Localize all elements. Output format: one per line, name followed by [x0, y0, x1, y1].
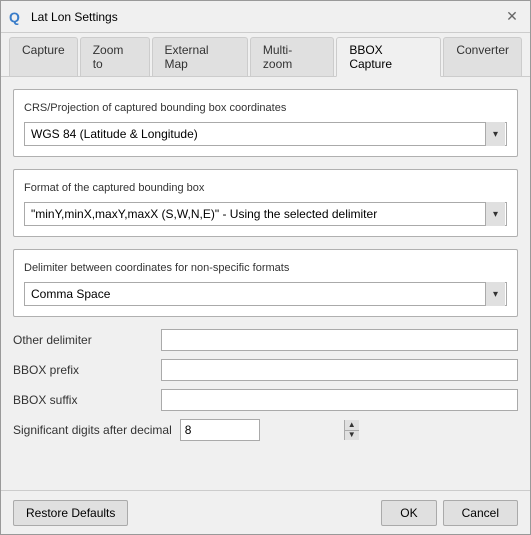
close-button[interactable]: ✕: [502, 7, 522, 27]
cancel-button[interactable]: Cancel: [443, 500, 518, 526]
tab-bbox-capture[interactable]: BBOX Capture: [336, 37, 441, 77]
delimiter-section: Delimiter between coordinates for non-sp…: [13, 249, 518, 317]
sig-digits-label: Significant digits after decimal: [13, 423, 172, 437]
main-body: CRS/Projection of captured bounding box …: [1, 77, 530, 490]
tabs-bar: Capture Zoom to External Map Multi-zoom …: [1, 33, 530, 77]
ok-button[interactable]: OK: [381, 500, 436, 526]
footer: Restore Defaults OK Cancel: [1, 490, 530, 534]
delimiter-select[interactable]: Comma Space: [24, 282, 507, 306]
sig-digits-input[interactable]: [181, 420, 344, 440]
crs-select[interactable]: WGS 84 (Latitude & Longitude): [24, 122, 507, 146]
format-select-wrapper: "minY,minX,maxY,maxX (S,W,N,E)" - Using …: [24, 202, 507, 226]
spinbox-up-button[interactable]: ▲: [345, 420, 359, 431]
footer-right: OK Cancel: [381, 500, 518, 526]
sig-digits-spinbox: ▲ ▼: [180, 419, 260, 441]
format-section: Format of the captured bounding box "min…: [13, 169, 518, 237]
scrollable-content: CRS/Projection of captured bounding box …: [1, 77, 530, 490]
crs-section: CRS/Projection of captured bounding box …: [13, 89, 518, 157]
crs-select-wrapper: WGS 84 (Latitude & Longitude) ▾: [24, 122, 507, 146]
spinbox-buttons: ▲ ▼: [344, 420, 359, 440]
tab-capture[interactable]: Capture: [9, 37, 78, 76]
tab-multi-zoom[interactable]: Multi-zoom: [250, 37, 334, 76]
main-window: Q Lat Lon Settings ✕ Capture Zoom to Ext…: [0, 0, 531, 535]
format-section-label: Format of the captured bounding box: [24, 182, 507, 194]
bbox-suffix-label: BBOX suffix: [13, 393, 153, 407]
delimiter-select-wrapper: Comma Space ▾: [24, 282, 507, 306]
bbox-prefix-label: BBOX prefix: [13, 363, 153, 377]
spinbox-down-button[interactable]: ▼: [345, 431, 359, 441]
app-icon: Q: [9, 9, 25, 25]
bbox-suffix-row: BBOX suffix: [13, 389, 518, 411]
sig-digits-row: Significant digits after decimal ▲ ▼: [13, 419, 518, 441]
bbox-suffix-input[interactable]: [161, 389, 518, 411]
other-delimiter-label: Other delimiter: [13, 333, 153, 347]
format-select[interactable]: "minY,minX,maxY,maxX (S,W,N,E)" - Using …: [24, 202, 507, 226]
bbox-prefix-row: BBOX prefix: [13, 359, 518, 381]
bbox-prefix-input[interactable]: [161, 359, 518, 381]
window-title: Lat Lon Settings: [31, 10, 118, 24]
other-delimiter-input[interactable]: [161, 329, 518, 351]
tab-converter[interactable]: Converter: [443, 37, 522, 76]
other-delimiter-row: Other delimiter: [13, 329, 518, 351]
title-bar: Q Lat Lon Settings ✕: [1, 1, 530, 33]
crs-section-label: CRS/Projection of captured bounding box …: [24, 102, 507, 114]
delimiter-section-label: Delimiter between coordinates for non-sp…: [24, 262, 507, 274]
restore-defaults-button[interactable]: Restore Defaults: [13, 500, 128, 526]
tab-zoom-to[interactable]: Zoom to: [80, 37, 150, 76]
tab-external-map[interactable]: External Map: [152, 37, 248, 76]
